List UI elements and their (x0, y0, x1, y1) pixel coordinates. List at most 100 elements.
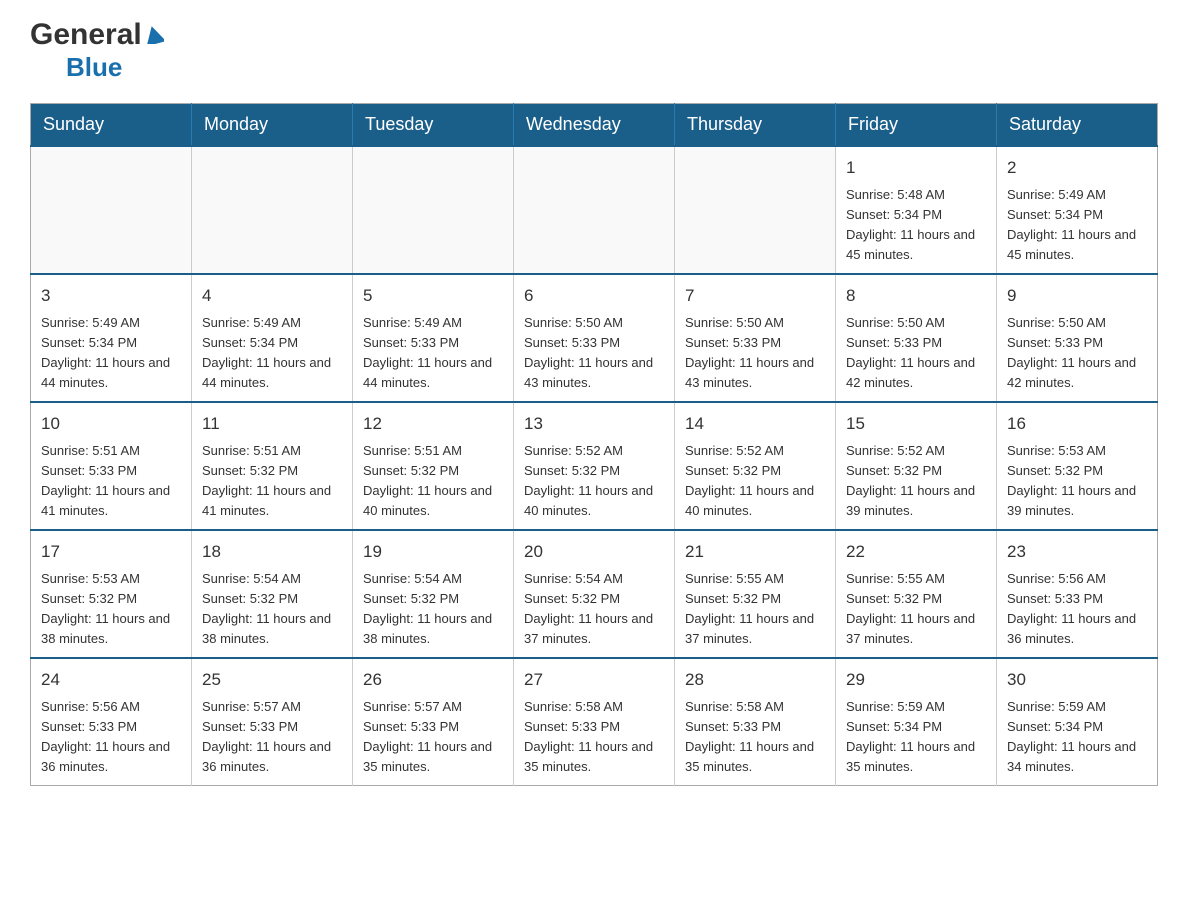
calendar-table: SundayMondayTuesdayWednesdayThursdayFrid… (30, 103, 1158, 786)
day-info: Sunrise: 5:59 AMSunset: 5:34 PMDaylight:… (1007, 697, 1147, 778)
calendar-cell (514, 146, 675, 274)
day-number: 11 (202, 411, 342, 437)
calendar-week-4: 17 Sunrise: 5:53 AMSunset: 5:32 PMDayligh… (31, 530, 1158, 658)
calendar-header: SundayMondayTuesdayWednesdayThursdayFrid… (31, 104, 1158, 147)
day-number: 18 (202, 539, 342, 565)
day-info: Sunrise: 5:49 AMSunset: 5:34 PMDaylight:… (1007, 185, 1147, 266)
day-number: 15 (846, 411, 986, 437)
calendar-cell: 20 Sunrise: 5:54 AMSunset: 5:32 PMDayligh… (514, 530, 675, 658)
calendar-cell: 9 Sunrise: 5:50 AMSunset: 5:33 PMDaylight… (997, 274, 1158, 402)
day-number: 3 (41, 283, 181, 309)
calendar-cell: 10 Sunrise: 5:51 AMSunset: 5:33 PMDayligh… (31, 402, 192, 530)
day-info: Sunrise: 5:50 AMSunset: 5:33 PMDaylight:… (524, 313, 664, 394)
day-number: 7 (685, 283, 825, 309)
day-info: Sunrise: 5:54 AMSunset: 5:32 PMDaylight:… (524, 569, 664, 650)
calendar-cell: 23 Sunrise: 5:56 AMSunset: 5:33 PMDayligh… (997, 530, 1158, 658)
day-number: 4 (202, 283, 342, 309)
day-info: Sunrise: 5:56 AMSunset: 5:33 PMDaylight:… (1007, 569, 1147, 650)
day-number: 5 (363, 283, 503, 309)
day-info: Sunrise: 5:48 AMSunset: 5:34 PMDaylight:… (846, 185, 986, 266)
day-number: 19 (363, 539, 503, 565)
calendar-cell: 25 Sunrise: 5:57 AMSunset: 5:33 PMDayligh… (192, 658, 353, 786)
calendar-week-1: 1Sunrise: 5:48 AMSunset: 5:34 PMDaylight… (31, 146, 1158, 274)
calendar-cell: 17 Sunrise: 5:53 AMSunset: 5:32 PMDayligh… (31, 530, 192, 658)
day-number: 10 (41, 411, 181, 437)
header: General Blue (30, 20, 1158, 83)
day-number: 30 (1007, 667, 1147, 693)
calendar-cell (675, 146, 836, 274)
calendar-body: 1Sunrise: 5:48 AMSunset: 5:34 PMDaylight… (31, 146, 1158, 786)
day-of-week-wednesday: Wednesday (514, 104, 675, 147)
calendar-cell: 7 Sunrise: 5:50 AMSunset: 5:33 PMDaylight… (675, 274, 836, 402)
day-info: Sunrise: 5:59 AMSunset: 5:34 PMDaylight:… (846, 697, 986, 778)
calendar-cell: 16Sunrise: 5:53 AMSunset: 5:32 PMDayligh… (997, 402, 1158, 530)
day-number: 23 (1007, 539, 1147, 565)
calendar-cell: 4 Sunrise: 5:49 AMSunset: 5:34 PMDaylight… (192, 274, 353, 402)
day-number: 8 (846, 283, 986, 309)
calendar-cell: 6Sunrise: 5:50 AMSunset: 5:33 PMDaylight… (514, 274, 675, 402)
day-number: 22 (846, 539, 986, 565)
day-info: Sunrise: 5:50 AMSunset: 5:33 PMDaylight:… (1007, 313, 1147, 394)
calendar-cell: 3 Sunrise: 5:49 AMSunset: 5:34 PMDaylight… (31, 274, 192, 402)
day-of-week-monday: Monday (192, 104, 353, 147)
day-number: 20 (524, 539, 664, 565)
calendar-cell: 8 Sunrise: 5:50 AMSunset: 5:33 PMDaylight… (836, 274, 997, 402)
calendar-cell: 15 Sunrise: 5:52 AMSunset: 5:32 PMDayligh… (836, 402, 997, 530)
day-number: 24 (41, 667, 181, 693)
day-info: Sunrise: 5:51 AMSunset: 5:32 PMDaylight:… (363, 441, 503, 522)
day-info: Sunrise: 5:52 AMSunset: 5:32 PMDaylight:… (846, 441, 986, 522)
calendar-cell: 24 Sunrise: 5:56 AMSunset: 5:33 PMDayligh… (31, 658, 192, 786)
calendar-cell: 26Sunrise: 5:57 AMSunset: 5:33 PMDayligh… (353, 658, 514, 786)
day-info: Sunrise: 5:49 AMSunset: 5:33 PMDaylight:… (363, 313, 503, 394)
day-info: Sunrise: 5:52 AMSunset: 5:32 PMDaylight:… (685, 441, 825, 522)
day-number: 13 (524, 411, 664, 437)
calendar-cell: 5 Sunrise: 5:49 AMSunset: 5:33 PMDaylight… (353, 274, 514, 402)
day-info: Sunrise: 5:57 AMSunset: 5:33 PMDaylight:… (363, 697, 503, 778)
day-number: 17 (41, 539, 181, 565)
day-info: Sunrise: 5:49 AMSunset: 5:34 PMDaylight:… (41, 313, 181, 394)
day-number: 12 (363, 411, 503, 437)
logo-text-general: General (30, 20, 142, 50)
calendar-cell: 11 Sunrise: 5:51 AMSunset: 5:32 PMDayligh… (192, 402, 353, 530)
calendar-cell: 13 Sunrise: 5:52 AMSunset: 5:32 PMDayligh… (514, 402, 675, 530)
calendar-cell (192, 146, 353, 274)
day-number: 9 (1007, 283, 1147, 309)
day-number: 28 (685, 667, 825, 693)
day-number: 27 (524, 667, 664, 693)
day-number: 2 (1007, 155, 1147, 181)
day-info: Sunrise: 5:55 AMSunset: 5:32 PMDaylight:… (685, 569, 825, 650)
day-number: 25 (202, 667, 342, 693)
calendar-cell: 18 Sunrise: 5:54 AMSunset: 5:32 PMDayligh… (192, 530, 353, 658)
day-info: Sunrise: 5:50 AMSunset: 5:33 PMDaylight:… (685, 313, 825, 394)
calendar-cell: 19 Sunrise: 5:54 AMSunset: 5:32 PMDayligh… (353, 530, 514, 658)
calendar-cell: 14 Sunrise: 5:52 AMSunset: 5:32 PMDayligh… (675, 402, 836, 530)
calendar-week-2: 3 Sunrise: 5:49 AMSunset: 5:34 PMDaylight… (31, 274, 1158, 402)
calendar-cell: 22 Sunrise: 5:55 AMSunset: 5:32 PMDayligh… (836, 530, 997, 658)
day-info: Sunrise: 5:52 AMSunset: 5:32 PMDaylight:… (524, 441, 664, 522)
day-info: Sunrise: 5:54 AMSunset: 5:32 PMDaylight:… (363, 569, 503, 650)
day-of-week-thursday: Thursday (675, 104, 836, 147)
day-of-week-saturday: Saturday (997, 104, 1158, 147)
day-info: Sunrise: 5:53 AMSunset: 5:32 PMDaylight:… (41, 569, 181, 650)
day-info: Sunrise: 5:56 AMSunset: 5:33 PMDaylight:… (41, 697, 181, 778)
calendar-cell (31, 146, 192, 274)
day-info: Sunrise: 5:51 AMSunset: 5:33 PMDaylight:… (41, 441, 181, 522)
calendar-cell: 27 Sunrise: 5:58 AMSunset: 5:33 PMDayligh… (514, 658, 675, 786)
day-number: 14 (685, 411, 825, 437)
calendar-week-5: 24 Sunrise: 5:56 AMSunset: 5:33 PMDayligh… (31, 658, 1158, 786)
day-info: Sunrise: 5:58 AMSunset: 5:33 PMDaylight:… (524, 697, 664, 778)
calendar-cell: 1Sunrise: 5:48 AMSunset: 5:34 PMDaylight… (836, 146, 997, 274)
day-info: Sunrise: 5:58 AMSunset: 5:33 PMDaylight:… (685, 697, 825, 778)
day-info: Sunrise: 5:54 AMSunset: 5:32 PMDaylight:… (202, 569, 342, 650)
day-info: Sunrise: 5:57 AMSunset: 5:33 PMDaylight:… (202, 697, 342, 778)
calendar-cell: 30 Sunrise: 5:59 AMSunset: 5:34 PMDayligh… (997, 658, 1158, 786)
day-number: 21 (685, 539, 825, 565)
day-of-week-sunday: Sunday (31, 104, 192, 147)
day-info: Sunrise: 5:49 AMSunset: 5:34 PMDaylight:… (202, 313, 342, 394)
day-info: Sunrise: 5:51 AMSunset: 5:32 PMDaylight:… (202, 441, 342, 522)
day-of-week-tuesday: Tuesday (353, 104, 514, 147)
calendar-week-3: 10 Sunrise: 5:51 AMSunset: 5:33 PMDayligh… (31, 402, 1158, 530)
day-of-week-friday: Friday (836, 104, 997, 147)
day-info: Sunrise: 5:55 AMSunset: 5:32 PMDaylight:… (846, 569, 986, 650)
day-info: Sunrise: 5:50 AMSunset: 5:33 PMDaylight:… (846, 313, 986, 394)
